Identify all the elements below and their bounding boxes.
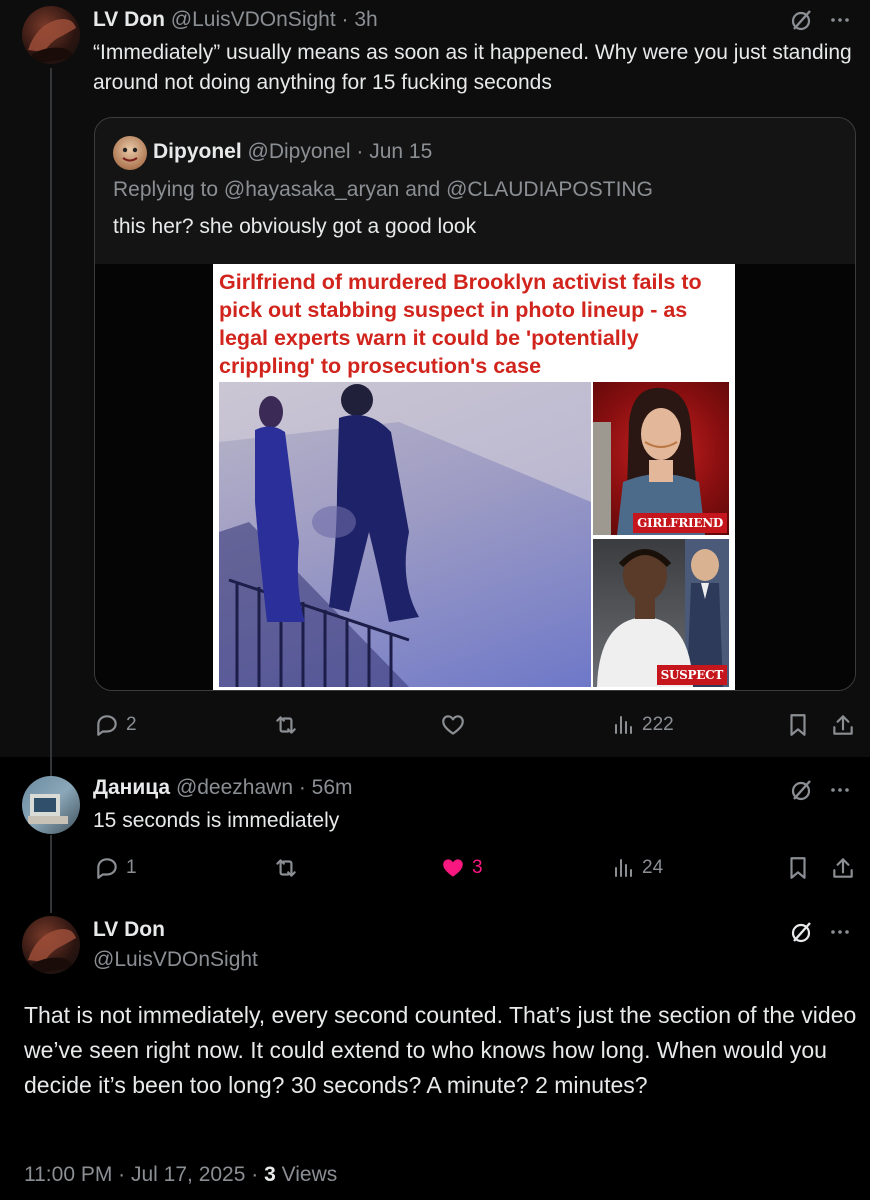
replying-prefix: Replying to — [113, 178, 219, 201]
grok-icon[interactable] — [790, 8, 814, 37]
thread-connector — [50, 757, 52, 777]
avatar[interactable] — [22, 6, 80, 64]
replying-user-link[interactable]: @CLAUDIAPOSTING — [446, 178, 653, 201]
more-icon[interactable] — [828, 920, 852, 949]
display-name[interactable]: LV Don — [93, 8, 165, 31]
replying-user-link[interactable]: @hayasaka_aryan — [224, 178, 399, 201]
share-button[interactable] — [830, 855, 856, 881]
quoted-text: this her? she obviously got a good look — [113, 215, 477, 238]
user-handle[interactable]: @LuisVDOnSight — [93, 948, 258, 972]
views-button[interactable]: 24 — [612, 855, 663, 881]
grok-icon[interactable] — [790, 778, 814, 807]
more-icon[interactable] — [828, 778, 852, 807]
focused-tweet-text: That is not immediately, every second co… — [24, 1002, 857, 1098]
suspect-photo: SUSPECT — [593, 539, 729, 687]
share-icon — [833, 715, 853, 735]
quoted-avatar[interactable] — [113, 136, 147, 170]
views-icon — [615, 716, 632, 734]
tweet-header: LV Don @LuisVDOnSight · 3h — [93, 8, 378, 31]
girlfriend-tag: GIRLFRIEND — [633, 513, 727, 533]
user-handle[interactable]: @deezhawn — [176, 776, 293, 799]
user-handle[interactable]: @LuisVDOnSight — [171, 8, 336, 31]
avatar[interactable] — [22, 916, 80, 974]
quoted-display-name[interactable]: Dipyonel — [153, 140, 242, 163]
retweet-icon — [276, 716, 296, 734]
tweet-text: 15 seconds is immediately — [93, 809, 340, 832]
share-button[interactable] — [830, 712, 856, 738]
tweet-time[interactable]: 3h — [354, 8, 377, 31]
surveillance-still — [219, 382, 591, 687]
views-icon — [615, 859, 632, 877]
replying-to: Replying to @hayasaka_aryan and @CLAUDIA… — [113, 178, 653, 202]
tweet-header: Даница @deezhawn · 56m — [93, 776, 353, 799]
like-icon — [442, 715, 464, 735]
display-name-text: LV Don — [93, 918, 165, 941]
views-count: 24 — [642, 857, 664, 878]
like-icon — [443, 859, 463, 877]
views-label[interactable]: Views — [282, 1163, 338, 1186]
thread-connector — [50, 835, 52, 913]
post-detail-page: LV Don @LuisVDOnSight · 3h “Immediately”… — [0, 0, 870, 1200]
bookmark-icon — [790, 714, 806, 736]
tweet-time[interactable]: 56m — [312, 776, 353, 799]
views-count: 222 — [642, 714, 674, 735]
reply-count: 1 — [126, 857, 137, 878]
suspect-tag: SUSPECT — [656, 665, 727, 685]
bookmark-button[interactable] — [785, 855, 811, 881]
retweet-icon — [276, 859, 296, 877]
tweet-timestamp[interactable]: 11:00 PM · Jul 17, 2025 · — [24, 1163, 258, 1186]
quoted-handle[interactable]: @Dipyonel — [248, 140, 351, 163]
views-button[interactable]: 222 — [612, 712, 674, 738]
avatar[interactable] — [22, 776, 80, 834]
reply-icon — [97, 858, 117, 879]
display-name[interactable]: LV Don — [93, 918, 165, 942]
bookmark-button[interactable] — [785, 712, 811, 738]
article-headline: Girlfriend of murdered Brooklyn activist… — [219, 270, 702, 378]
share-icon — [833, 858, 853, 878]
quoted-date: Jun 15 — [369, 140, 433, 163]
quoted-tweet[interactable]: Dipyonel @Dipyonel · Jun 15 Replying to … — [94, 117, 856, 691]
like-button[interactable]: 3 — [440, 855, 483, 881]
user-handle-text: @LuisVDOnSight — [93, 948, 258, 971]
reply-button[interactable]: 1 — [94, 855, 137, 881]
retweet-button[interactable] — [273, 855, 299, 881]
retweet-button[interactable] — [273, 712, 299, 738]
display-name[interactable]: Даница — [93, 776, 170, 799]
reply-count: 2 — [126, 714, 137, 735]
quoted-header: Dipyonel @Dipyonel · Jun 15 — [153, 140, 433, 163]
reply-button[interactable]: 2 — [94, 712, 137, 738]
girlfriend-photo: GIRLFRIEND — [593, 382, 729, 535]
views-count: 3 — [264, 1163, 276, 1186]
article-screenshot: Girlfriend of murdered Brooklyn activist… — [213, 264, 735, 690]
tweet-timestamp-line: 11:00 PM · Jul 17, 2025 · 3 Views — [24, 1163, 337, 1187]
like-button[interactable] — [440, 712, 466, 738]
replying-and: and — [405, 178, 441, 201]
bookmark-icon — [790, 857, 806, 879]
like-count: 3 — [472, 857, 483, 878]
more-icon[interactable] — [828, 8, 852, 37]
grok-icon[interactable] — [790, 920, 814, 949]
tweet-text: “Immediately” usually means as soon as i… — [93, 41, 852, 94]
thread-connector — [50, 68, 52, 758]
reply-icon — [97, 715, 117, 736]
quoted-media[interactable]: Girlfriend of murdered Brooklyn activist… — [95, 264, 855, 690]
